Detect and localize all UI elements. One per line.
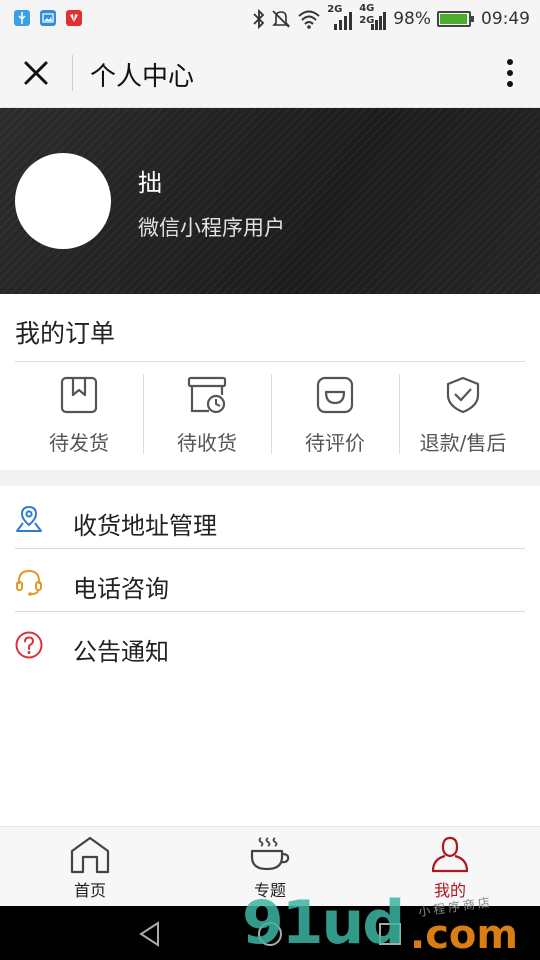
tab-label: 首页 (73, 881, 106, 900)
battery-icon (437, 11, 474, 27)
orders-section: 我的订单 待发货 待收货 待评价 退款/售后 (0, 294, 540, 470)
battery-fill (440, 14, 468, 24)
signal-2: 4G 2G (359, 3, 387, 30)
signal-bars-icon (334, 12, 353, 30)
smile-icon (316, 376, 354, 414)
user-type: 微信小程序用户 (138, 216, 285, 240)
order-pending-shipment[interactable]: 待发货 (15, 362, 143, 458)
menu-label: 公告通知 (73, 638, 169, 666)
notification-icons (14, 10, 82, 26)
delivery-clock-icon (187, 376, 227, 414)
headset-icon (16, 569, 42, 596)
page-title: 个人中心 (90, 62, 195, 92)
status-right: 2G 4G 2G 98% 09:49 (253, 3, 530, 32)
order-status-grid: 待发货 待收货 待评价 退款/售后 (15, 362, 527, 458)
box-icon (60, 376, 98, 414)
usb-icon (14, 10, 30, 26)
huawei-icon (66, 10, 82, 26)
profile-banner: 拙 微信小程序用户 (0, 108, 540, 294)
back-icon[interactable] (136, 920, 164, 948)
status-bar: 2G 4G 2G 98% 09:49 (0, 0, 540, 38)
gallery-icon (40, 10, 56, 26)
home-icon (70, 836, 110, 874)
shield-check-icon (446, 376, 480, 414)
order-label: 待发货 (49, 431, 109, 455)
tab-home[interactable]: 首页 (0, 827, 180, 906)
battery-percent: 98% (393, 9, 431, 29)
menu-announcements[interactable]: 公告通知 (0, 612, 540, 675)
section-gap (0, 470, 540, 486)
order-pending-review[interactable]: 待评价 (271, 362, 399, 458)
menu-label: 电话咨询 (73, 575, 169, 603)
nav-divider (72, 55, 73, 91)
order-refund[interactable]: 退款/售后 (399, 362, 527, 458)
mute-icon (272, 10, 291, 28)
signal-1: 2G (327, 4, 353, 30)
orders-title: 我的订单 (15, 319, 116, 348)
watermark-brand: 91ud (242, 888, 405, 958)
order-pending-receipt[interactable]: 待收货 (143, 362, 271, 458)
signal-bars-icon (371, 12, 387, 30)
order-label: 待评价 (305, 431, 365, 455)
avatar[interactable] (15, 153, 111, 249)
clock: 09:49 (481, 9, 530, 29)
order-label: 退款/售后 (419, 431, 507, 455)
nav-bar: 个人中心 (0, 38, 540, 108)
coffee-cup-icon (250, 837, 290, 871)
menu-phone-consult[interactable]: 电话咨询 (0, 549, 540, 612)
order-label: 待收货 (177, 431, 237, 455)
more-vertical-icon[interactable] (502, 55, 518, 91)
menu-address-management[interactable]: 收货地址管理 (0, 486, 540, 549)
menu-list: 收货地址管理 电话咨询 公告通知 (0, 486, 540, 675)
user-icon (431, 836, 469, 873)
location-pin-icon (16, 505, 42, 532)
user-nickname: 拙 (138, 169, 162, 197)
close-icon[interactable] (18, 55, 54, 91)
bluetooth-icon (253, 9, 265, 29)
question-circle-icon (15, 631, 43, 659)
menu-label: 收货地址管理 (73, 512, 217, 540)
wifi-icon (298, 10, 320, 29)
